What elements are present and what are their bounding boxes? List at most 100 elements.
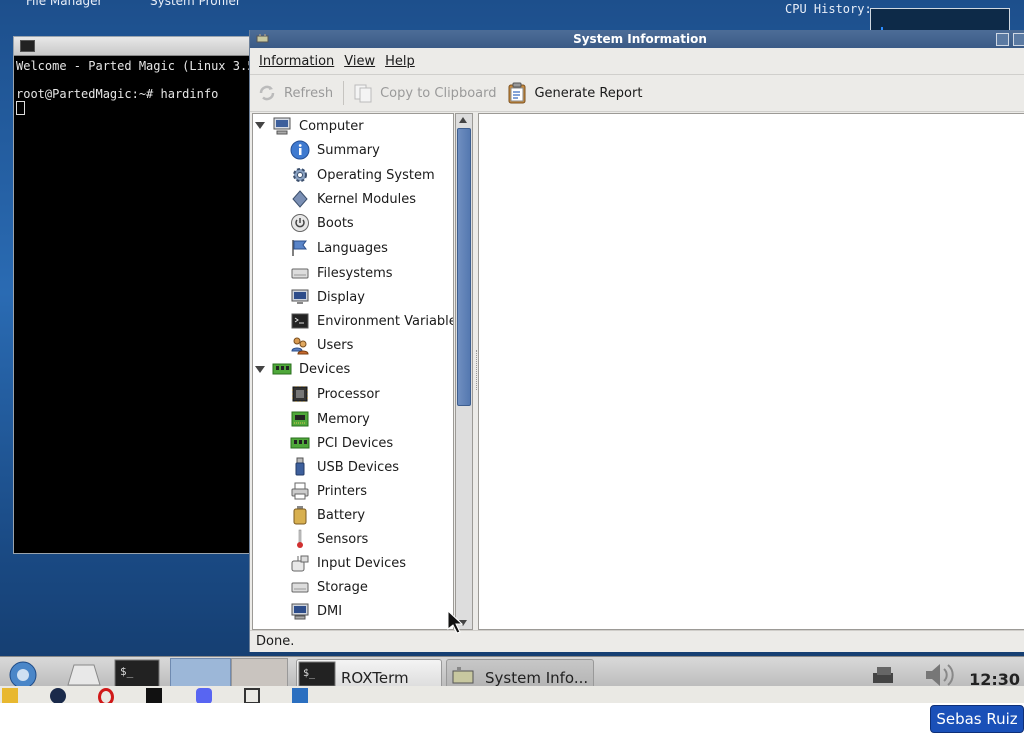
pane-resize-handle[interactable] <box>472 350 477 390</box>
tree-label: Summary <box>317 142 380 158</box>
tree-label: Kernel Modules <box>317 191 417 207</box>
tree-label: Operating System <box>317 167 435 183</box>
maximize-button[interactable] <box>1013 33 1024 46</box>
taskbar-system-info-label: System Info... <box>485 669 589 687</box>
tree-item-pci-devices[interactable]: PCI Devices <box>289 431 393 455</box>
tree-label: Devices <box>299 361 351 377</box>
tree-item-storage[interactable]: Storage <box>289 575 368 599</box>
tree-item-dmi[interactable]: DMI <box>289 599 342 623</box>
discord-icon[interactable] <box>196 688 212 703</box>
hardinfo-taskbar-icon <box>452 667 474 684</box>
tree-label: Printers <box>317 483 368 499</box>
tree-label: Users <box>317 337 354 353</box>
tree-scrollbar[interactable] <box>455 113 473 630</box>
dmi-computer-icon <box>289 600 311 622</box>
steam-icon[interactable] <box>50 688 66 703</box>
tree-label: Filesystems <box>317 265 393 281</box>
netflix-icon[interactable] <box>146 688 162 703</box>
tree-label: DMI <box>317 603 343 619</box>
category-tree[interactable]: Computer Summary Operating System Kernel… <box>252 113 454 630</box>
folder-icon[interactable] <box>2 688 18 703</box>
tree-item-environment-variables[interactable]: Environment Variables <box>289 309 454 333</box>
start-menu-button[interactable] <box>4 659 44 687</box>
tree-item-processor[interactable]: Processor <box>289 382 380 406</box>
tree-item-display[interactable]: Display <box>289 285 365 309</box>
expander-computer[interactable] <box>255 122 265 129</box>
tree-item-boots[interactable]: Boots <box>289 211 354 235</box>
flag-icon <box>289 237 311 259</box>
scroll-thumb[interactable] <box>457 128 471 406</box>
battery-icon <box>289 504 311 526</box>
menu-help[interactable]: Help <box>380 54 420 69</box>
refresh-button[interactable]: Refresh <box>256 82 333 104</box>
taskbar-roxterm[interactable]: $_ ROXTerm <box>296 659 442 687</box>
terminal-titlebar[interactable] <box>14 37 254 56</box>
kernel-module-icon <box>289 188 311 210</box>
terminal-line: Welcome - Parted Magic (Linux 3.5 <box>16 59 254 73</box>
tree-label: Sensors <box>317 531 369 547</box>
users-icon <box>289 334 311 356</box>
mouse-pointer-icon <box>447 610 463 634</box>
svg-text:$_: $_ <box>120 665 134 678</box>
status-bar: Done. <box>250 630 1024 653</box>
tree-item-filesystems[interactable]: Filesystems <box>289 261 393 285</box>
tree-item-users[interactable]: Users <box>289 333 353 357</box>
details-pane[interactable] <box>478 113 1024 630</box>
tree-item-devices[interactable]: Devices <box>271 357 350 381</box>
tree-item-computer[interactable]: Computer <box>271 114 364 138</box>
terminal-window[interactable]: Welcome - Parted Magic (Linux 3.5​root@P… <box>13 36 255 554</box>
terminal-output[interactable]: Welcome - Parted Magic (Linux 3.5​root@P… <box>14 56 254 119</box>
system-information-window[interactable]: System Information Information View Help… <box>249 30 1024 652</box>
power-icon <box>289 212 311 234</box>
toolbar-separator <box>343 81 345 105</box>
tree-item-sensors[interactable]: Sensors <box>289 527 368 551</box>
tree-item-languages[interactable]: Languages <box>289 236 388 260</box>
terminal-line: root@PartedMagic:~# hardinfo <box>16 87 219 101</box>
minimize-button[interactable] <box>996 33 1009 46</box>
generate-report-button[interactable]: Generate Report <box>506 82 642 104</box>
monitor-icon <box>289 286 311 308</box>
workspace-pager[interactable] <box>170 658 288 687</box>
copy-to-clipboard-button[interactable]: Copy to Clipboard <box>352 82 496 104</box>
tray-network-icon[interactable] <box>868 659 908 687</box>
tree-item-operating-system[interactable]: Operating System <box>289 163 435 187</box>
window-title: System Information <box>573 32 707 46</box>
drive-icon <box>289 262 311 284</box>
tree-item-input-devices[interactable]: Input Devices <box>289 551 406 575</box>
menu-information[interactable]: Information <box>254 54 339 69</box>
opera-icon[interactable] <box>98 688 114 703</box>
copy-icon <box>354 84 372 103</box>
taskbar: $_ $_ ROXTerm System Info... 12:30 <box>0 656 1024 687</box>
terminal-cursor <box>16 101 25 115</box>
mouse-keyboard-icon <box>289 552 311 574</box>
terminal-launcher[interactable]: $_ <box>114 659 162 687</box>
desktop-system-profiler-label[interactable]: System Profiler <box>150 0 241 8</box>
tree-item-memory[interactable]: Memory <box>289 407 370 431</box>
workspace-1[interactable] <box>170 658 231 687</box>
window-titlebar[interactable]: System Information <box>250 30 1024 48</box>
refresh-label: Refresh <box>284 85 334 101</box>
tree-item-kernel-modules[interactable]: Kernel Modules <box>289 187 416 211</box>
drive-launcher[interactable] <box>62 659 108 687</box>
tree-item-usb-devices[interactable]: USB Devices <box>289 455 399 479</box>
menu-view[interactable]: View <box>339 54 380 69</box>
scroll-up-arrow[interactable] <box>459 117 467 123</box>
tree-label: Environment Variables <box>317 313 454 329</box>
workspace-2[interactable] <box>230 658 288 687</box>
tree-item-battery[interactable]: Battery <box>289 503 365 527</box>
tree-label: Computer <box>299 118 364 134</box>
tray-volume-icon[interactable] <box>920 659 964 687</box>
expander-devices[interactable] <box>255 366 265 373</box>
user-name-badge[interactable]: Sebas Ruiz <box>930 705 1024 733</box>
usb-icon <box>289 456 311 478</box>
desktop-file-manager-label[interactable]: File Manager <box>26 0 103 8</box>
tree-item-printers[interactable]: Printers <box>289 479 367 503</box>
circuit-board-icon <box>271 358 293 380</box>
start-icon <box>9 661 37 687</box>
clock[interactable]: 12:30 <box>969 665 1020 688</box>
tree-label: Languages <box>317 240 388 256</box>
mail-icon[interactable] <box>292 688 308 703</box>
box-icon[interactable] <box>244 688 260 703</box>
tree-item-summary[interactable]: Summary <box>289 138 380 162</box>
taskbar-system-info[interactable]: System Info... <box>446 659 594 687</box>
